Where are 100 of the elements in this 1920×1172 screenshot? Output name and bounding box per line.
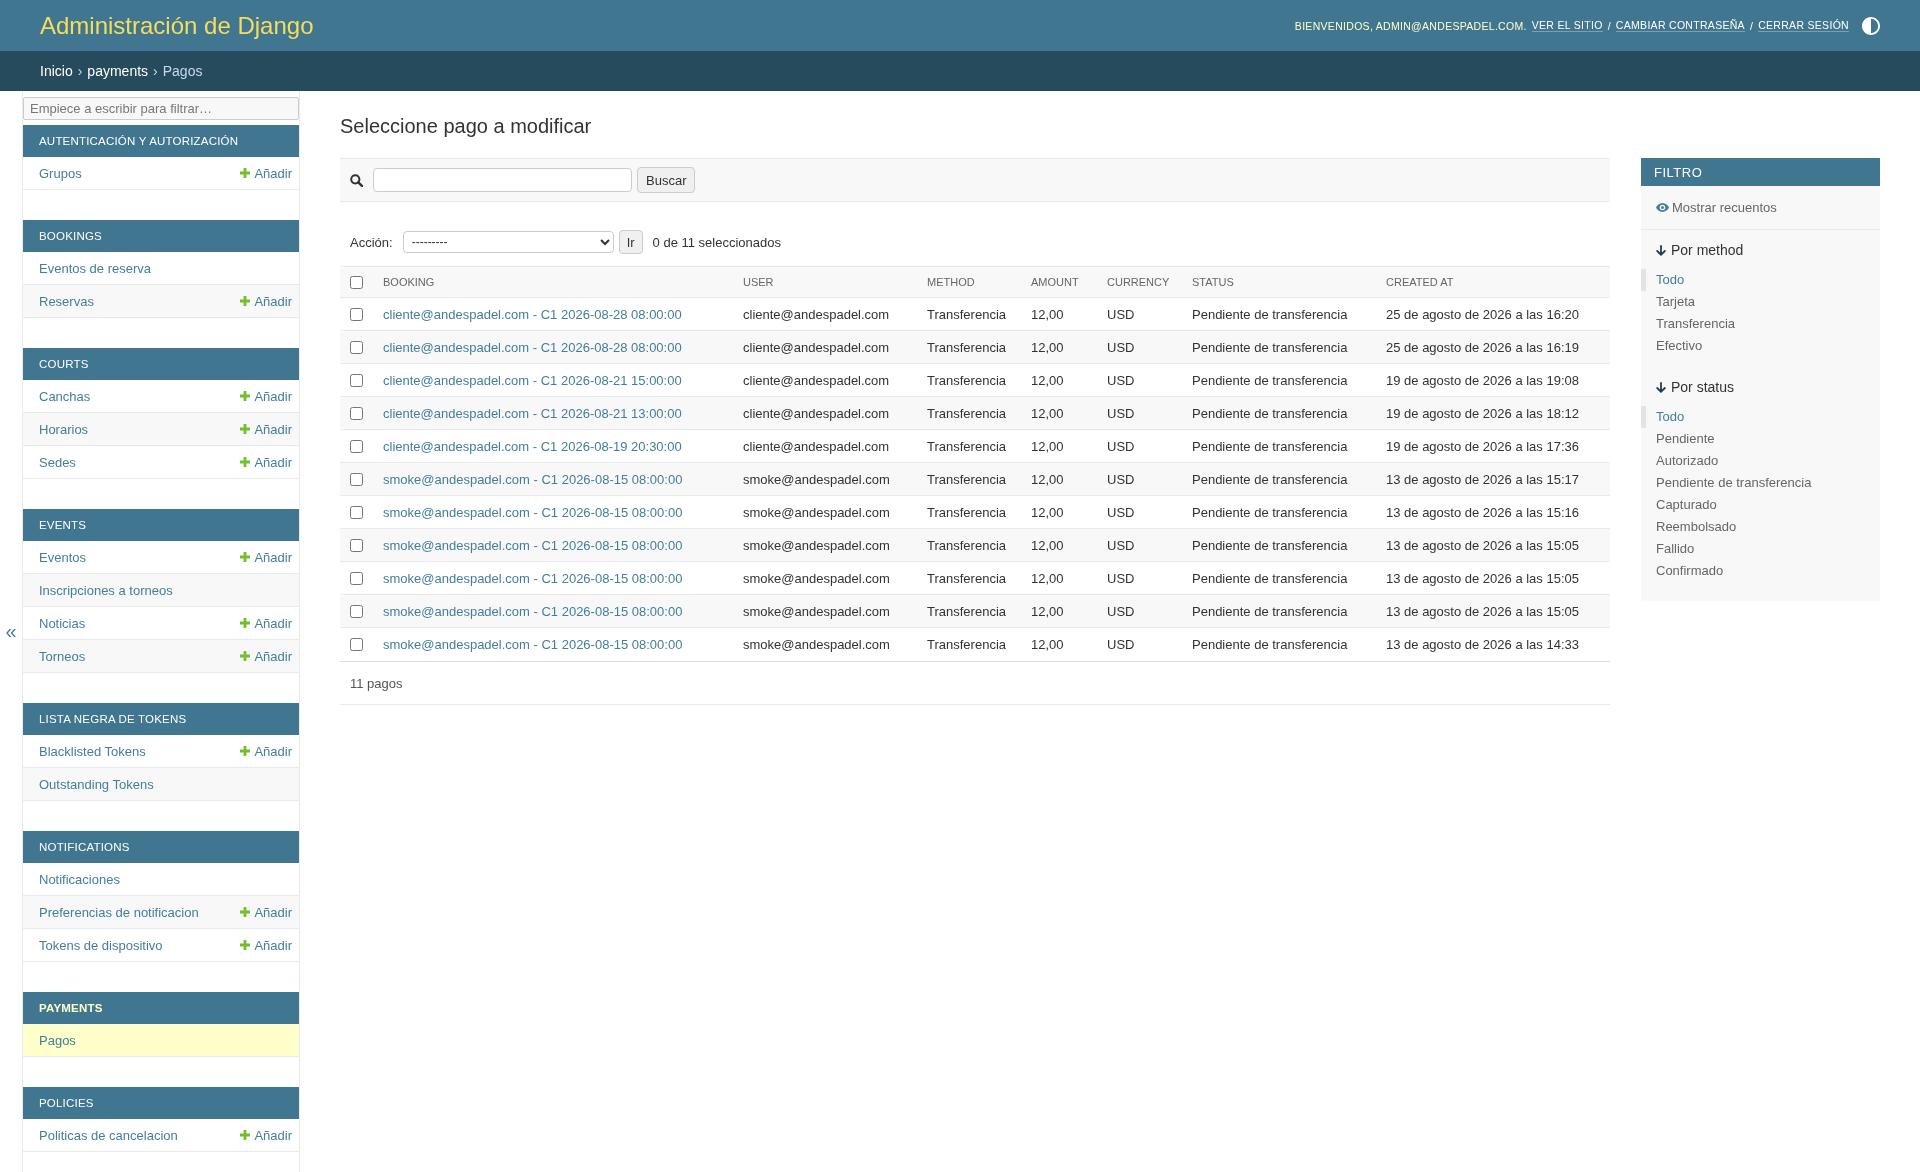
model-link[interactable]: Noticias (39, 615, 86, 631)
module-caption[interactable]: EVENTS (23, 509, 299, 541)
add-link[interactable]: Añadir (240, 1127, 292, 1143)
booking-link[interactable]: cliente@andespadel.com - C1 2026-08-28 08:00:00 (383, 339, 682, 355)
filter-choice[interactable]: Todo (1641, 406, 1880, 428)
row-checkbox[interactable] (350, 538, 363, 552)
show-counts-link[interactable]: Mostrar recuentos (1656, 200, 1777, 215)
action-select[interactable]: --------- (402, 231, 614, 253)
model-link[interactable]: Canchas (39, 388, 91, 404)
add-link[interactable]: Añadir (240, 421, 292, 437)
filter-choice[interactable]: Todo (1641, 269, 1880, 291)
booking-link[interactable]: smoke@andespadel.com - C1 2026-08-15 08:00:00 (383, 570, 683, 586)
filter-group-heading[interactable]: Por method (1641, 240, 1880, 260)
select-all-checkbox[interactable] (350, 275, 363, 289)
table-cell: smoke@andespadel.com (743, 471, 890, 487)
booking-link[interactable]: cliente@andespadel.com - C1 2026-08-28 08:00:00 (383, 306, 682, 322)
add-link[interactable]: Añadir (240, 293, 292, 309)
breadcrumb-link[interactable]: payments (87, 63, 149, 79)
model-link[interactable]: Pagos (39, 1032, 76, 1048)
filter-choice[interactable]: Pendiente de transferencia (1641, 472, 1880, 494)
booking-link[interactable]: smoke@andespadel.com - C1 2026-08-15 08:00:00 (383, 537, 683, 553)
table-cell: Pendiente de transferencia (1192, 603, 1348, 619)
filter-choice[interactable]: Autorizado (1641, 450, 1880, 472)
row-checkbox[interactable] (350, 505, 363, 519)
search-button[interactable]: Buscar (637, 167, 696, 193)
table-cell: USD (1107, 603, 1135, 619)
model-link[interactable]: Eventos (39, 549, 86, 565)
model-link[interactable]: Blacklisted Tokens (39, 743, 146, 759)
filter-choice[interactable]: Confirmado (1641, 560, 1880, 582)
booking-link[interactable]: cliente@andespadel.com - C1 2026-08-21 15:00:00 (383, 372, 682, 388)
table-cell: cliente@andespadel.com (743, 372, 890, 388)
filter-choice[interactable]: Reembolsado (1641, 516, 1880, 538)
column-header: CURRENCY (1107, 276, 1170, 288)
add-link[interactable]: Añadir (240, 615, 292, 631)
table-cell: 12,00 (1031, 372, 1064, 388)
plus-icon (240, 618, 251, 628)
go-button[interactable]: Ir (618, 230, 643, 254)
model-link[interactable]: Politicas de cancelacion (39, 1127, 178, 1143)
filter-choice[interactable]: Tarjeta (1641, 291, 1880, 313)
model-link[interactable]: Tokens de dispositivo (39, 937, 163, 953)
filter-field[interactable]: Empiece a escribir para filtrar… (23, 97, 299, 120)
model-link[interactable]: Inscripciones a torneos (39, 582, 173, 598)
add-link[interactable]: Añadir (240, 165, 292, 181)
model-link[interactable]: Eventos de reserva (39, 260, 151, 276)
row-checkbox[interactable] (350, 472, 363, 486)
booking-link[interactable]: cliente@andespadel.com - C1 2026-08-21 13:00:00 (383, 405, 682, 421)
header-link[interactable]: VER EL SITIO (1531, 19, 1603, 32)
filter-choice[interactable]: Fallido (1641, 538, 1880, 560)
booking-link[interactable]: smoke@andespadel.com - C1 2026-08-15 08:00:00 (383, 504, 683, 520)
plus-icon (240, 296, 251, 306)
booking-link[interactable]: smoke@andespadel.com - C1 2026-08-15 08:00:00 (383, 637, 683, 652)
model-link[interactable]: Grupos (39, 165, 82, 181)
filter-group-heading[interactable]: Por status (1641, 377, 1880, 397)
welcome-text: BIENVENIDOS, ADMIN@ANDESPADEL.COM. (1294, 19, 1527, 32)
theme-toggle-button[interactable] (1862, 16, 1880, 35)
header-link[interactable]: CERRAR SESIÓN (1758, 19, 1849, 32)
module-caption[interactable]: PAYMENTS (23, 992, 299, 1024)
model-link[interactable]: Sedes (39, 454, 76, 470)
filter-choice[interactable]: Capturado (1641, 494, 1880, 516)
row-checkbox[interactable] (350, 604, 363, 618)
add-link[interactable]: Añadir (240, 549, 292, 565)
module-caption[interactable]: POLICIES (23, 1087, 299, 1119)
eye-icon (1656, 203, 1669, 212)
model-link[interactable]: Notificaciones (39, 871, 120, 887)
header-link[interactable]: CAMBIAR CONTRASEÑA (1615, 19, 1745, 32)
module-caption[interactable]: COURTS (23, 348, 299, 380)
booking-link[interactable]: smoke@andespadel.com - C1 2026-08-15 08:00:00 (383, 603, 683, 619)
model-link[interactable]: Preferencias de notificacion (39, 904, 199, 920)
row-checkbox[interactable] (350, 439, 363, 453)
add-link[interactable]: Añadir (240, 648, 292, 664)
row-checkbox[interactable] (350, 373, 363, 387)
filter-choice[interactable]: Pendiente (1641, 428, 1880, 450)
row-checkbox[interactable] (350, 638, 363, 651)
row-checkbox[interactable] (350, 340, 363, 354)
breadcrumb-link[interactable]: Inicio (40, 63, 73, 79)
module-caption[interactable]: BOOKINGS (23, 220, 299, 252)
table-cell: smoke@andespadel.com (743, 637, 890, 652)
model-link[interactable]: Horarios (39, 421, 89, 437)
model-link[interactable]: Torneos (39, 648, 86, 664)
add-link[interactable]: Añadir (240, 454, 292, 470)
site-title[interactable]: Administración de Django (40, 11, 314, 40)
module-caption[interactable]: AUTENTICACIÓN Y AUTORIZACIÓN (23, 125, 299, 157)
booking-link[interactable]: cliente@andespadel.com - C1 2026-08-19 20:30:00 (383, 438, 682, 454)
table-cell: Pendiente de transferencia (1192, 405, 1348, 421)
filter-choice[interactable]: Efectivo (1641, 335, 1880, 357)
add-link[interactable]: Añadir (240, 937, 292, 953)
row-checkbox[interactable] (350, 307, 363, 321)
row-checkbox[interactable] (350, 571, 363, 585)
model-link[interactable]: Outstanding Tokens (39, 776, 154, 792)
search-field[interactable] (373, 168, 632, 192)
model-link[interactable]: Reservas (39, 293, 94, 309)
row-checkbox[interactable] (350, 406, 363, 420)
filter-choice[interactable]: Transferencia (1641, 313, 1880, 335)
add-link[interactable]: Añadir (240, 904, 292, 920)
booking-link[interactable]: smoke@andespadel.com - C1 2026-08-15 08:00:00 (383, 471, 683, 487)
add-link[interactable]: Añadir (240, 388, 292, 404)
module-caption[interactable]: NOTIFICATIONS (23, 831, 299, 863)
add-link[interactable]: Añadir (240, 743, 292, 759)
module-caption[interactable]: LISTA NEGRA DE TOKENS (23, 703, 299, 735)
column-header: CREATED AT (1386, 276, 1454, 288)
